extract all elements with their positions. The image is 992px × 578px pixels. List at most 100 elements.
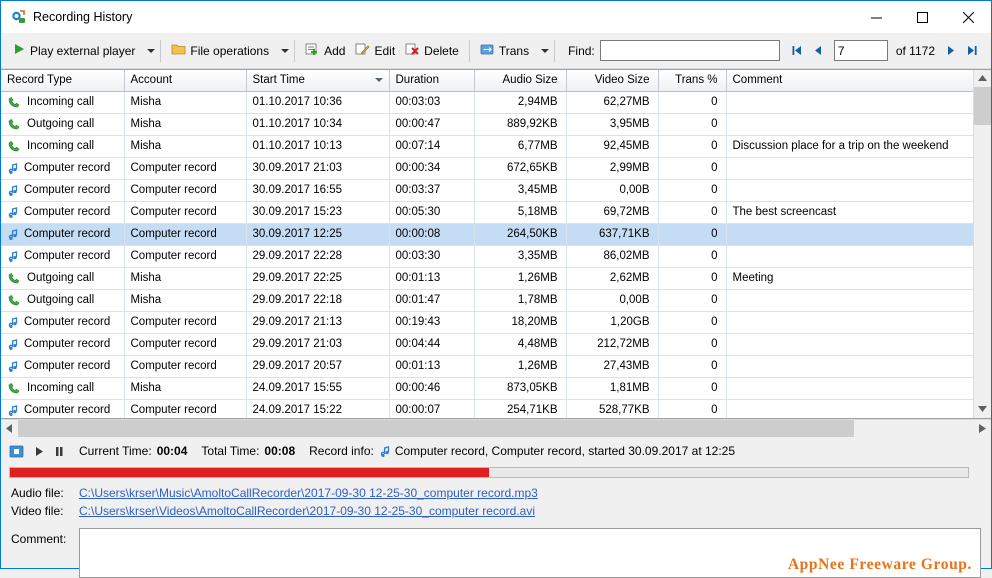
toolbar: Play external player File operations Add… <box>1 33 991 69</box>
table-row[interactable]: Computer record Computer record 29.09.2017… <box>1 245 973 268</box>
table-row[interactable]: Computer record Computer record 30.09.2017… <box>1 179 973 202</box>
previous-page-button[interactable] <box>808 39 830 63</box>
cell-trans-percent: 0 <box>658 157 727 180</box>
table-row[interactable]: Computer record Computer record 30.09.2017… <box>1 223 973 246</box>
cell-trans-percent: 0 <box>658 113 727 136</box>
table-row[interactable]: Computer record Computer record 30.09.2017… <box>1 157 973 180</box>
table-row[interactable]: Outgoing call Misha 29.09.2017 22:25 00:01:… <box>1 267 973 290</box>
play-external-player-label: Play external player <box>30 43 136 58</box>
find-input[interactable] <box>599 40 780 61</box>
cell-start-time: 29.09.2017 20:57 <box>246 355 390 378</box>
column-header-account[interactable]: Account <box>124 70 247 92</box>
audio-file-link[interactable]: C:\Users\krser\Music\AmoltoCallRecorder\… <box>79 486 538 500</box>
play-button[interactable] <box>33 445 45 458</box>
cell-audio-size: 1,26MB <box>474 267 567 290</box>
computer-record-icon <box>7 316 18 329</box>
total-time-value: 00:08 <box>264 444 296 458</box>
cell-trans-percent: 0 <box>658 245 727 268</box>
cell-comment: Discussion place for a trip on the weeke… <box>726 135 973 158</box>
first-page-button[interactable] <box>786 39 808 63</box>
cell-account: Computer record <box>124 333 247 356</box>
recording-history-window: Recording History Play external player F… <box>0 0 992 578</box>
cell-audio-size: 6,77MB <box>474 135 567 158</box>
add-button[interactable]: Add <box>300 38 350 64</box>
table-row[interactable]: Incoming call Misha 01.10.2017 10:36 00:03:… <box>1 91 973 114</box>
trans-label: Trans <box>498 43 530 58</box>
horizontal-scroll-track[interactable] <box>18 420 974 437</box>
cell-start-time: 24.09.2017 15:55 <box>246 377 390 400</box>
stop-button[interactable] <box>9 444 25 459</box>
column-label: Record Type <box>7 74 72 87</box>
column-header-start-time[interactable]: Start Time <box>246 70 390 92</box>
cell-audio-size: 873,05KB <box>474 377 567 400</box>
vertical-scroll-thumb[interactable] <box>974 87 991 125</box>
last-page-button[interactable] <box>961 39 983 63</box>
file-operations-button[interactable]: File operations <box>166 38 274 64</box>
playback-progress-bar[interactable] <box>9 467 969 478</box>
cell-account: Misha <box>124 135 247 158</box>
trans-button[interactable]: Trans <box>475 38 534 64</box>
horizontal-scroll-thumb[interactable] <box>18 420 854 437</box>
cell-account: Computer record <box>124 245 247 268</box>
column-header-trans-percent[interactable]: Trans % <box>658 70 727 92</box>
scroll-right-icon[interactable] <box>974 420 991 437</box>
cell-audio-size: 4,48MB <box>474 333 567 356</box>
vertical-scroll-track[interactable] <box>974 87 991 401</box>
video-file-link[interactable]: C:\Users\krser\Videos\AmoltoCallRecorder… <box>79 504 535 518</box>
next-page-button[interactable] <box>939 39 961 63</box>
table-row[interactable]: Computer record Computer record 30.09.2017… <box>1 201 973 224</box>
record-type-label: Computer record <box>24 316 111 328</box>
column-header-record-type[interactable]: Record Type <box>1 70 125 92</box>
scroll-down-icon[interactable] <box>974 401 991 418</box>
delete-button[interactable]: Delete <box>400 38 464 64</box>
table-row[interactable]: Computer record Computer record 29.09.2017… <box>1 333 973 356</box>
table-row[interactable]: Outgoing call Misha 01.10.2017 10:34 00:00:… <box>1 113 973 136</box>
cell-start-time: 01.10.2017 10:34 <box>246 113 390 136</box>
play-external-player-button[interactable]: Play external player <box>7 38 140 64</box>
column-header-video-size[interactable]: Video Size <box>566 70 659 92</box>
cell-comment <box>726 91 973 114</box>
close-button[interactable] <box>945 1 991 33</box>
file-operations-dropdown-icon[interactable] <box>281 48 290 53</box>
table-row[interactable]: Computer record Computer record 24.09.2017… <box>1 399 973 418</box>
cell-audio-size: 1,26MB <box>474 355 567 378</box>
table-row[interactable]: Computer record Computer record 29.09.2017… <box>1 311 973 334</box>
computer-record-icon <box>7 162 18 175</box>
scroll-up-icon[interactable] <box>974 70 991 87</box>
cell-account: Misha <box>124 91 247 114</box>
column-header-comment[interactable]: Comment <box>726 70 973 92</box>
scroll-left-icon[interactable] <box>1 420 18 437</box>
grid-viewport[interactable]: Record Type Account Start Time Duration … <box>1 70 973 418</box>
cell-account: Computer record <box>124 311 247 334</box>
column-header-audio-size[interactable]: Audio Size <box>474 70 567 92</box>
cell-account: Computer record <box>124 157 247 180</box>
table-row[interactable]: Incoming call Misha 24.09.2017 15:55 00:00:… <box>1 377 973 400</box>
play-external-dropdown-icon[interactable] <box>147 48 156 53</box>
record-type-label: Computer record <box>24 184 111 196</box>
table-row[interactable]: Incoming call Misha 01.10.2017 10:13 00:07:… <box>1 135 973 158</box>
cell-account: Computer record <box>124 201 247 224</box>
maximize-button[interactable] <box>899 1 945 33</box>
record-type-label: Incoming call <box>27 382 95 394</box>
pause-button[interactable] <box>53 445 65 458</box>
computer-record-icon <box>7 360 18 373</box>
grid-vertical-scrollbar[interactable] <box>973 70 991 418</box>
comment-input[interactable]: AppNee Freeware Group. <box>79 528 981 578</box>
cell-comment <box>726 289 973 312</box>
computer-record-icon <box>7 228 18 241</box>
toolbar-separator <box>468 39 470 62</box>
cell-video-size: 27,43MB <box>566 355 659 378</box>
minimize-button[interactable] <box>853 1 899 33</box>
table-row[interactable]: Outgoing call Misha 29.09.2017 22:18 00:01:… <box>1 289 973 312</box>
record-type-label: Computer record <box>24 228 111 240</box>
grid-horizontal-scrollbar[interactable] <box>1 419 991 437</box>
toolbar-separator <box>294 39 296 62</box>
cell-audio-size: 3,35MB <box>474 245 567 268</box>
cell-video-size: 1,20GB <box>566 311 659 334</box>
edit-button[interactable]: Edit <box>350 38 400 64</box>
video-file-row: Video file: C:\Users\krser\Videos\Amolto… <box>11 502 991 520</box>
column-header-duration[interactable]: Duration <box>389 70 475 92</box>
page-number-input[interactable] <box>833 40 888 61</box>
table-row[interactable]: Computer record Computer record 29.09.2017… <box>1 355 973 378</box>
trans-dropdown-icon[interactable] <box>541 48 550 53</box>
